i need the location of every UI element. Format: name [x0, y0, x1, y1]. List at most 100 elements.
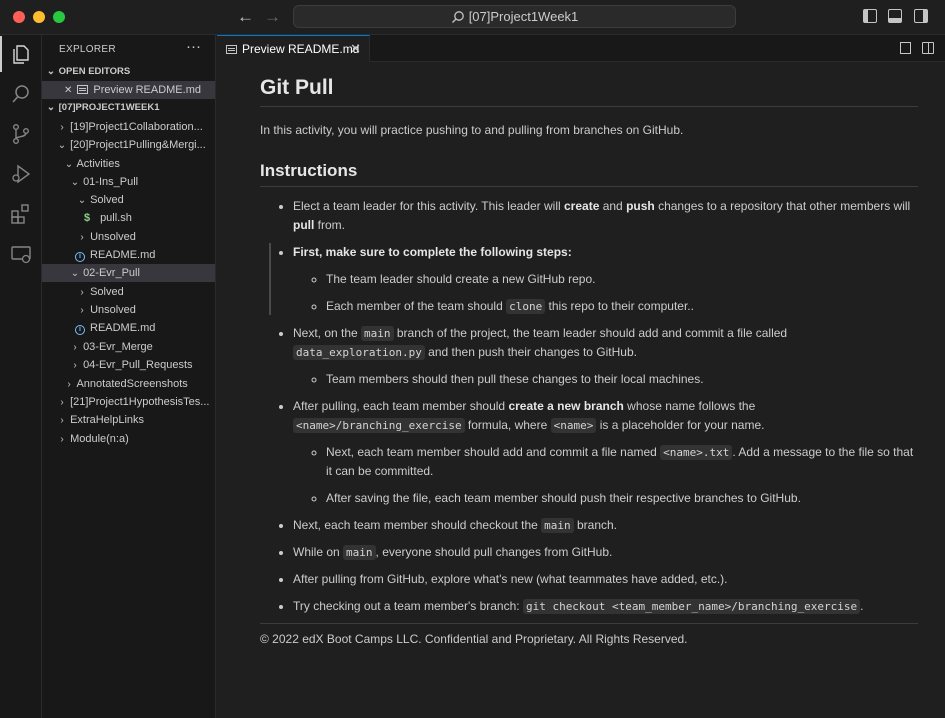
list-item: After pulling, each team member should c…	[293, 397, 918, 508]
tree-item[interactable]: ⌄ [20]Project1Pulling&Mergi...	[42, 136, 215, 154]
sub-list: Team members should then pull these chan…	[293, 370, 918, 389]
tree-item[interactable]: $ pull.sh	[42, 209, 215, 227]
sub-list: Next, each team member should add and co…	[293, 443, 918, 508]
window-title: [07]Project1Week1	[468, 9, 579, 24]
back-arrow-icon[interactable]: ←	[237, 7, 254, 27]
tree-item[interactable]: › [19]Project1Collaboration...	[42, 118, 215, 136]
search-icon	[451, 11, 464, 23]
tree-item[interactable]: › Module(n:a)	[42, 430, 215, 448]
explorer-title: EXPLORER	[59, 44, 116, 55]
split-editor-icon[interactable]	[922, 42, 934, 54]
chevron-right-icon: ›	[80, 287, 84, 298]
activity-bar	[0, 35, 42, 718]
footer-text: © 2022 edX Boot Camps LLC. Confidential …	[260, 623, 918, 646]
tree-item-label: pull.sh	[100, 212, 132, 224]
tree-item-label: 03-Evr_Merge	[83, 341, 153, 353]
chevron-right-icon: ›	[73, 342, 77, 353]
tree-item-label: 02-Evr_Pull	[83, 267, 140, 279]
info-icon: i	[75, 325, 85, 335]
list-item: After pulling from GitHub, explore what'…	[293, 570, 918, 589]
open-editors-label: OPEN EDITORS	[58, 66, 131, 77]
explorer-icon[interactable]	[0, 36, 33, 72]
minimize-window-button[interactable]	[33, 11, 45, 23]
sub-list: The team leader should create a new GitH…	[293, 270, 918, 316]
close-tab-icon[interactable]: ✕	[350, 36, 361, 62]
search-icon[interactable]	[9, 82, 33, 106]
close-icon[interactable]: ✕	[64, 85, 72, 96]
tree-item[interactable]: ⌄ 01-Ins_Pull	[42, 173, 215, 191]
tree-item[interactable]: › [21]Project1HypothesisTes...	[42, 393, 215, 411]
instruction-list: Next, on the main branch of the project,…	[260, 324, 918, 616]
chevron-right-icon: ›	[60, 434, 64, 445]
project-section[interactable]: ⌄ [07]PROJECT1WEEK1	[42, 99, 215, 117]
tree-item[interactable]: › ExtraHelpLinks	[42, 411, 215, 429]
tree-item[interactable]: ⌄ Solved	[42, 191, 215, 209]
source-control-icon[interactable]	[9, 122, 33, 146]
tree-item[interactable]: › Solved	[42, 283, 215, 301]
open-editor-item[interactable]: ✕ Preview README.md	[42, 81, 215, 99]
toggle-panel-icon[interactable]	[888, 9, 902, 23]
tree-item[interactable]: › 04-Evr_Pull_Requests	[42, 356, 215, 374]
open-source-icon[interactable]	[900, 42, 911, 54]
chevron-down-icon: ⌄	[57, 140, 67, 151]
list-item: While on main, everyone should pull chan…	[293, 543, 918, 562]
chevron-down-icon: ⌄	[64, 159, 74, 170]
preview-icon	[77, 85, 89, 94]
chevron-right-icon: ›	[67, 379, 71, 390]
chevron-down-icon: ⌄	[70, 268, 80, 279]
tree-item[interactable]: › Unsolved	[42, 301, 215, 319]
tree-item[interactable]: ⌄ Activities	[42, 155, 215, 173]
chevron-right-icon: ›	[80, 232, 84, 243]
tree-item-label: Solved	[90, 286, 124, 298]
blockquote-section: First, make sure to complete the followi…	[260, 243, 918, 316]
title-bar: ← → [07]Project1Week1	[0, 0, 945, 35]
instruction-list: First, make sure to complete the followi…	[260, 243, 918, 316]
chevron-right-icon: ›	[73, 360, 77, 371]
chevron-right-icon: ›	[60, 397, 64, 408]
tree-item-label: Solved	[90, 194, 124, 206]
run-debug-icon[interactable]	[9, 162, 33, 186]
list-item: After saving the file, each team member …	[326, 489, 918, 508]
tree-item-label: [19]Project1Collaboration...	[70, 121, 203, 133]
tree-item[interactable]: i README.md	[42, 246, 215, 264]
tab-label: Preview README.md	[242, 42, 360, 56]
tree-item[interactable]: › 03-Evr_Merge	[42, 338, 215, 356]
tree-item-label: [20]Project1Pulling&Mergi...	[70, 139, 206, 151]
chevron-down-icon: ⌄	[70, 177, 80, 188]
instructions-heading: Instructions	[260, 161, 918, 187]
maximize-window-button[interactable]	[53, 11, 65, 23]
tree-item-label: Unsolved	[90, 304, 136, 316]
more-actions-icon[interactable]: ···	[186, 38, 201, 55]
tab-preview-readme[interactable]: Preview README.md ✕	[217, 35, 370, 62]
open-editors-section[interactable]: ⌄ OPEN EDITORS	[42, 63, 215, 81]
list-item: Team members should then pull these chan…	[326, 370, 918, 389]
preview-icon	[226, 45, 237, 54]
tree-item-label: Activities	[76, 158, 120, 170]
tree-item-label: AnnotatedScreenshots	[76, 378, 188, 390]
close-window-button[interactable]	[13, 11, 25, 23]
chevron-right-icon: ›	[60, 415, 64, 426]
forward-arrow-icon[interactable]: →	[264, 7, 281, 27]
tree-item[interactable]: ⌄ 02-Evr_Pull	[42, 264, 215, 282]
tree-item-label: Unsolved	[90, 231, 136, 243]
list-item: First, make sure to complete the followi…	[293, 243, 918, 316]
list-item: Each member of the team should clone thi…	[326, 297, 918, 316]
command-center-search[interactable]: [07]Project1Week1	[293, 5, 736, 28]
extensions-icon[interactable]	[9, 202, 33, 226]
list-item: Try checking out a team member's branch:…	[293, 597, 918, 616]
tree-item-label: [21]Project1HypothesisTes...	[70, 396, 210, 408]
tree-item-label: README.md	[90, 322, 156, 334]
list-item: Next, each team member should checkout t…	[293, 516, 918, 535]
blockquote-bar	[269, 243, 271, 315]
tree-item[interactable]: i README.md	[42, 319, 215, 337]
shell-script-icon: $	[84, 212, 91, 224]
toggle-primary-sidebar-icon[interactable]	[863, 9, 877, 23]
toggle-secondary-sidebar-icon[interactable]	[914, 9, 928, 23]
tree-item-label: 01-Ins_Pull	[83, 176, 139, 188]
tree-item-label: README.md	[90, 249, 156, 261]
intro-paragraph: In this activity, you will practice push…	[260, 123, 684, 137]
list-item: Next, each team member should add and co…	[326, 443, 918, 481]
remote-explorer-icon[interactable]	[9, 242, 33, 266]
tree-item[interactable]: › Unsolved	[42, 228, 215, 246]
tree-item[interactable]: › AnnotatedScreenshots	[42, 375, 215, 393]
